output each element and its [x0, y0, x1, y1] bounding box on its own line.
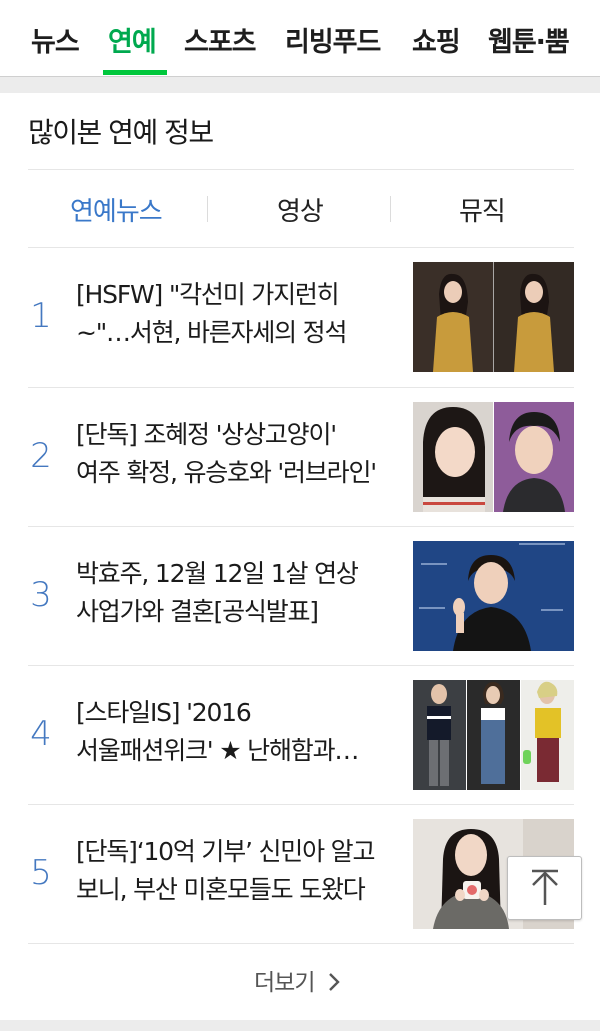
tab-webtoon[interactable]: 웹툰·뿜 [488, 20, 570, 59]
article-rank: 5 [30, 853, 52, 893]
article-thumbnail[interactable] [413, 402, 574, 512]
subtab-separator [390, 196, 391, 222]
tab-sports[interactable]: 스포츠 [184, 20, 257, 59]
subtab-separator [207, 196, 208, 222]
arrow-up-icon [532, 869, 558, 905]
article-rank: 4 [30, 714, 52, 754]
more-link-label: 더보기 [254, 970, 315, 996]
article-rank: 3 [30, 575, 52, 615]
article-item[interactable]: 2 [단독] 조혜정 '상상고양이' 여주 확정, 유승호와 '러브라인' [0, 388, 600, 527]
article-rank: 1 [30, 296, 52, 336]
article-item[interactable]: 4 [스타일IS] '2016 서울패션위크' ★ 난해함과 멋스러움 사이 [0, 666, 600, 805]
tab-shopping[interactable]: 쇼핑 [412, 20, 461, 59]
tab-news[interactable]: 뉴스 [31, 20, 80, 59]
more-link[interactable]: 더보기 [254, 963, 341, 997]
tab-living-food[interactable]: 리빙푸드 [285, 20, 381, 59]
active-tab-indicator [103, 70, 167, 75]
tab-entertainment[interactable]: 연예 [108, 20, 157, 59]
chevron-right-icon [328, 973, 340, 991]
article-thumbnail[interactable] [413, 680, 574, 790]
divider [28, 943, 574, 944]
section-title: 많이본 연예 정보 [28, 116, 214, 149]
divider [28, 169, 574, 170]
article-headline[interactable]: [HSFW] "각선미 가지런히~"…서현, 바른자세의 정석 [76, 276, 386, 356]
subtab-video[interactable]: 영상 [277, 191, 324, 228]
article-thumbnail[interactable] [413, 541, 574, 651]
subtab-music[interactable]: 뮤직 [459, 191, 506, 228]
article-item[interactable]: 1 [HSFW] "각선미 가지런히~"…서현, 바른자세의 정석 [0, 248, 600, 387]
article-rank: 2 [30, 436, 52, 476]
subtab-entertainment-news[interactable]: 연예뉴스 [70, 191, 163, 228]
article-headline[interactable]: [단독]‘10억 기부’ 신민아 알고 보니, 부산 미혼모들도 도왔다 [76, 833, 386, 913]
category-tab-bar: 뉴스 연예 스포츠 리빙푸드 쇼핑 웹툰·뿜 [0, 0, 600, 77]
article-headline[interactable]: 박효주, 12월 12일 1살 연상 사업가와 결혼[공식발표] [76, 555, 386, 635]
article-headline[interactable]: [스타일IS] '2016 서울패션위크' ★ 난해함과 멋스러움 사이 [76, 694, 386, 774]
article-thumbnail[interactable] [413, 262, 574, 372]
article-item[interactable]: 3 박효주, 12월 12일 1살 연상 사업가와 결혼[공식발표] [0, 527, 600, 666]
scroll-to-top-button[interactable] [507, 856, 582, 920]
article-headline[interactable]: [단독] 조혜정 '상상고양이' 여주 확정, 유승호와 '러브라인' [76, 416, 386, 496]
